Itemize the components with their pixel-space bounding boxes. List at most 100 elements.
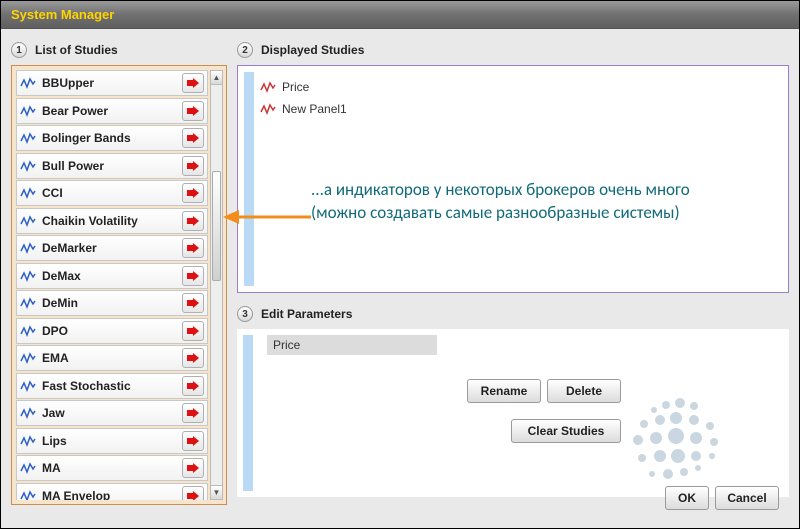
chart-line-icon [20,461,36,475]
add-study-button[interactable] [182,156,204,176]
globe-watermark-icon [614,390,724,490]
displayed-study-item[interactable]: Price [260,76,776,98]
add-study-button[interactable] [182,101,204,121]
study-name: DeMarker [42,241,182,255]
add-study-button[interactable] [182,183,204,203]
chart-line-icon [20,104,36,118]
add-study-button[interactable] [182,376,204,396]
chart-line-icon [20,489,36,501]
system-manager-window: System Manager 1 List of Studies BBUpper… [0,0,800,529]
study-row[interactable]: Jaw [16,400,208,426]
study-name: Lips [42,434,182,448]
study-row[interactable]: DeMarker [16,235,208,261]
chart-line-icon [20,406,36,420]
chart-line-icon [20,434,36,448]
add-arrow-icon [186,76,200,90]
add-arrow-icon [186,351,200,365]
study-name: MA Envelop [42,489,182,501]
chart-line-icon [260,102,276,116]
study-row[interactable]: Bear Power [16,98,208,124]
step-badge-3: 3 [237,306,253,322]
study-name: Chaikin Volatility [42,214,182,228]
add-study-button[interactable] [182,211,204,231]
add-arrow-icon [186,489,200,501]
study-name: EMA [42,351,182,365]
study-row[interactable]: DeMin [16,290,208,316]
study-row[interactable]: EMA [16,345,208,371]
add-study-button[interactable] [182,348,204,368]
add-arrow-icon [186,159,200,173]
add-study-button[interactable] [182,403,204,423]
add-arrow-icon [186,104,200,118]
scroll-thumb[interactable] [212,171,221,281]
step-badge-1: 1 [11,42,27,58]
add-study-button[interactable] [182,486,204,501]
add-study-button[interactable] [182,238,204,258]
studies-list[interactable]: BBUpper Bear Power Bolinger Bands Bull Powe… [16,70,208,500]
scroll-down-button[interactable]: ▼ [211,485,222,499]
rename-button[interactable]: Rename [467,379,541,403]
delete-button[interactable]: Delete [547,379,621,403]
annotation-arrow-icon [223,207,311,227]
study-name: DPO [42,324,182,338]
chart-line-icon [260,80,276,94]
study-name: CCI [42,186,182,200]
panel-header-1: 1 List of Studies [11,39,227,61]
add-arrow-icon [186,186,200,200]
annotation-text: ...а индикаторов у некоторых брокеров оч… [311,179,731,225]
study-name: Bear Power [42,104,182,118]
add-study-button[interactable] [182,128,204,148]
add-arrow-icon [186,434,200,448]
chart-line-icon [20,269,36,283]
chart-line-icon [20,76,36,90]
study-name: Jaw [42,406,182,420]
chart-line-icon [20,324,36,338]
study-row[interactable]: DeMax [16,263,208,289]
scroll-up-button[interactable]: ▲ [211,71,222,85]
study-row[interactable]: Fast Stochastic [16,373,208,399]
add-study-button[interactable] [182,293,204,313]
chart-line-icon [20,186,36,200]
displayed-study-name: Price [282,80,309,94]
cancel-button[interactable]: Cancel [715,486,779,510]
add-arrow-icon [186,461,200,475]
add-arrow-icon [186,379,200,393]
add-study-button[interactable] [182,431,204,451]
add-study-button[interactable] [182,266,204,286]
add-study-button[interactable] [182,458,204,478]
study-row[interactable]: Lips [16,428,208,454]
studies-scrollbar[interactable]: ▲ ▼ [210,70,223,500]
displayed-study-name: New Panel1 [282,102,347,116]
study-name: DeMax [42,269,182,283]
chart-line-icon [20,131,36,145]
panel-header-2: 2 Displayed Studies [237,39,789,61]
add-arrow-icon [186,324,200,338]
list-of-studies-panel: 1 List of Studies BBUpper Bear Power Bolin… [11,39,227,505]
add-study-button[interactable] [182,73,204,93]
study-row[interactable]: MA [16,455,208,481]
study-row[interactable]: Chaikin Volatility [16,208,208,234]
chart-line-icon [20,379,36,393]
study-row[interactable]: DPO [16,318,208,344]
add-arrow-icon [186,406,200,420]
panel-title-2: Displayed Studies [261,43,364,57]
parameter-row[interactable]: Price [267,335,437,355]
add-arrow-icon [186,269,200,283]
add-arrow-icon [186,214,200,228]
study-row[interactable]: MA Envelop [16,483,208,501]
panel-title-3: Edit Parameters [261,307,352,321]
add-study-button[interactable] [182,321,204,341]
displayed-study-item[interactable]: New Panel1 [260,98,776,120]
study-row[interactable]: Bull Power [16,153,208,179]
step-badge-2: 2 [237,42,253,58]
study-row[interactable]: BBUpper [16,70,208,96]
study-row[interactable]: CCI [16,180,208,206]
study-name: MA [42,461,182,475]
add-arrow-icon [186,131,200,145]
chart-line-icon [20,351,36,365]
study-name: Fast Stochastic [42,379,182,393]
clear-studies-button[interactable]: Clear Studies [511,419,621,443]
study-name: Bolinger Bands [42,131,182,145]
study-name: BBUpper [42,76,182,90]
study-row[interactable]: Bolinger Bands [16,125,208,151]
